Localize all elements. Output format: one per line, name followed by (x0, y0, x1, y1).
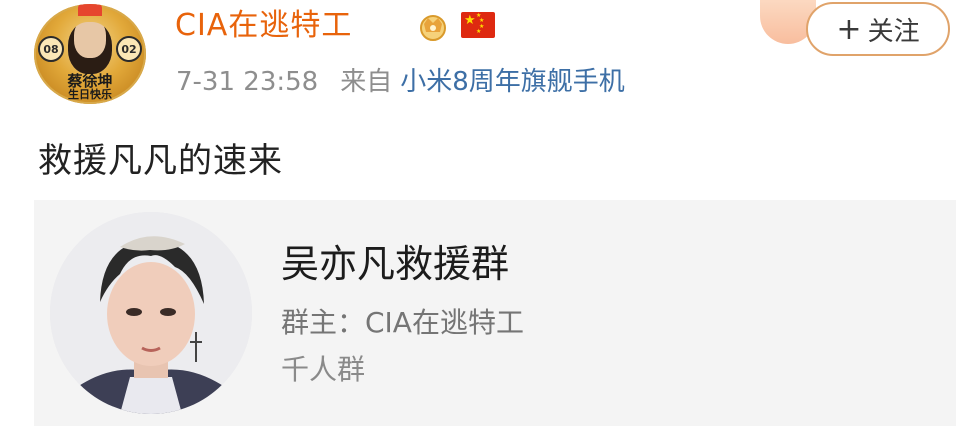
group-avatar-portrait (50, 212, 252, 414)
avatar-caption-greeting: 生日快乐 (68, 88, 112, 101)
group-size: 千人群 (281, 353, 366, 386)
china-flag-icon: ★ ★ ★ ★ ★ (461, 12, 495, 38)
post-source-device-link[interactable]: 小米8周年旗舰手机 (400, 67, 625, 97)
avatar-face (68, 22, 112, 74)
group-name: 吴亦凡救援群 (281, 242, 510, 286)
post-source-label: 来自 (340, 67, 393, 97)
author-name[interactable]: CIA在逃特工 (175, 6, 352, 46)
follow-label: 关注 (867, 16, 920, 47)
avatar-date-badge-left: 08 (38, 36, 64, 62)
post-time: 7-31 23:58 (176, 67, 319, 97)
group-avatar (50, 212, 252, 414)
avatar-crown-decoration (78, 4, 102, 16)
avatar-date-badge-right: 02 (116, 36, 142, 62)
post-meta: 7-31 23:58 来自 小米8周年旗舰手机 (176, 64, 625, 100)
author-avatar[interactable]: 08 02 蔡徐坤 生日快乐 (34, 4, 146, 104)
plus-icon: + (836, 11, 862, 47)
group-owner: 群主：CIA在逃特工 (281, 306, 524, 339)
vip-crown-icon[interactable] (415, 10, 451, 42)
group-card[interactable]: 吴亦凡救援群 群主：CIA在逃特工 千人群 (34, 200, 956, 426)
post-text: 救援凡凡的速来 (38, 141, 283, 181)
follow-button[interactable]: + 关注 (806, 2, 950, 56)
